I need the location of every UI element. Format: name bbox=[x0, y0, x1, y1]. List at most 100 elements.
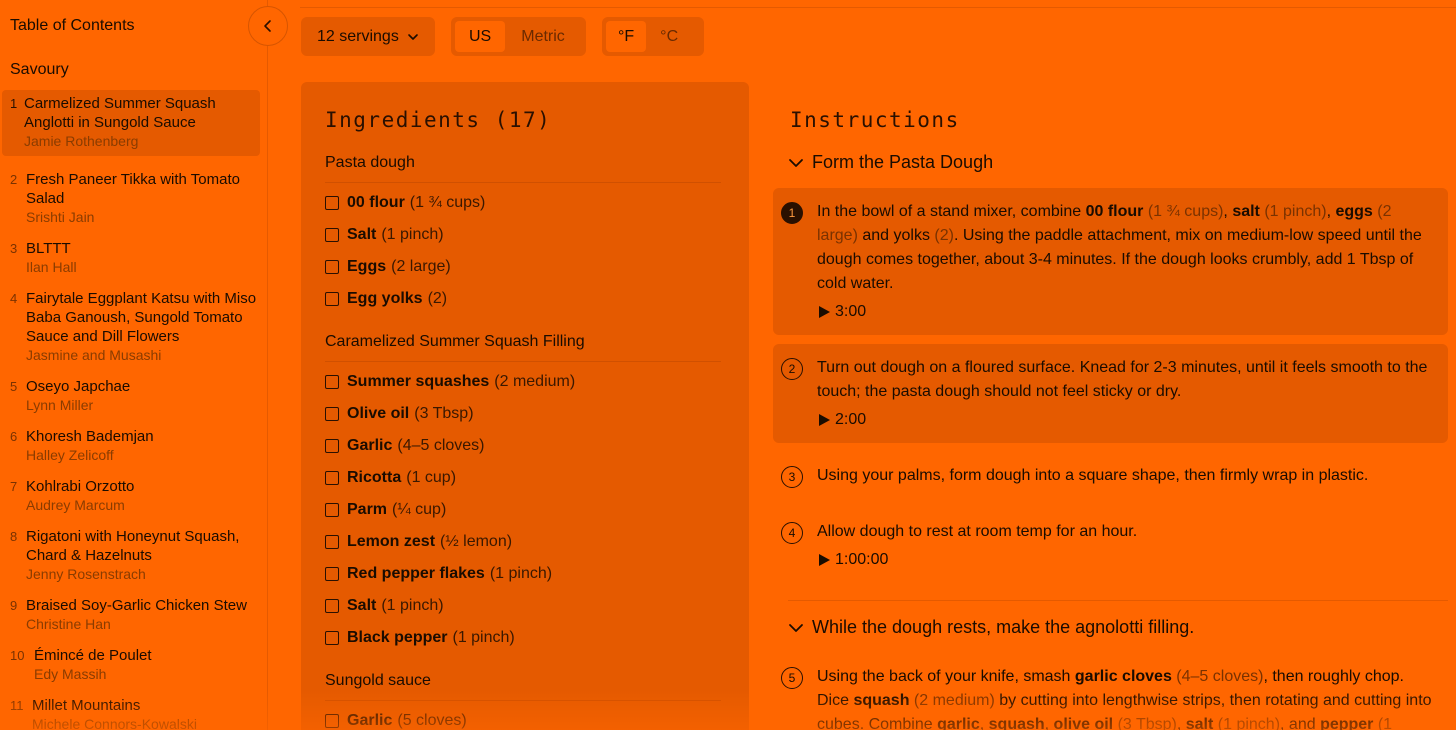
toc-item-number: 6 bbox=[10, 429, 18, 444]
chevron-down-icon bbox=[789, 158, 803, 167]
ingredient-qty: (¼ cup) bbox=[392, 501, 447, 518]
ingredient-checkbox[interactable] bbox=[325, 631, 339, 645]
ingredients-title: Ingredients (17) bbox=[325, 108, 552, 132]
toc-item-author: Christine Han bbox=[26, 616, 111, 632]
toc-item-title: Carmelized Summer Squash Anglotti in Sun… bbox=[24, 95, 216, 131]
step-timer-button[interactable]: 3:00 bbox=[817, 300, 1434, 324]
toc-section-savoury: Savoury bbox=[10, 61, 69, 78]
toc-title: Table of Contents bbox=[10, 17, 135, 34]
ingredient-row[interactable]: Black pepper (1 pinch) bbox=[325, 622, 721, 654]
toc-item[interactable]: 3 BLTTT Ilan Hall bbox=[0, 235, 267, 282]
units-metric-option[interactable]: Metric bbox=[507, 21, 579, 52]
toc-item[interactable]: 1 Carmelized Summer Squash Anglotti in S… bbox=[2, 90, 260, 156]
chevron-down-icon bbox=[789, 623, 803, 632]
ingredient-checkbox[interactable] bbox=[325, 260, 339, 274]
toc-item-title: Kohlrabi Orzotto bbox=[26, 478, 135, 495]
ingredient-qty: (3 Tbsp) bbox=[414, 405, 474, 422]
play-icon bbox=[819, 306, 830, 318]
toc-item-title: Millet Mountains bbox=[32, 697, 141, 714]
ingredient-checkbox[interactable] bbox=[325, 714, 339, 728]
step-number: 5 bbox=[781, 667, 803, 689]
ingredient-checkbox[interactable] bbox=[325, 196, 339, 210]
toc-item[interactable]: 7 Kohlrabi Orzotto Audrey Marcum bbox=[0, 473, 267, 520]
ingredient-group-title: Sungold sauce bbox=[325, 672, 721, 701]
ingredient-checkbox[interactable] bbox=[325, 439, 339, 453]
toc-item[interactable]: 5 Oseyo Japchae Lynn Miller bbox=[0, 373, 267, 420]
toc-item-title: Oseyo Japchae bbox=[26, 378, 131, 395]
ingredient-checkbox[interactable] bbox=[325, 292, 339, 306]
toc-item[interactable]: 11 Millet Mountains Michele Connors-Kowa… bbox=[0, 692, 267, 730]
sidebar: Table of Contents Savoury 1 Carmelized S… bbox=[0, 0, 268, 730]
ingredients-panel: Ingredients (17) Pasta dough 00 flour (1 … bbox=[301, 82, 749, 730]
ingredient-row[interactable]: Parm (¼ cup) bbox=[325, 494, 721, 526]
instruction-step: 1 In the bowl of a stand mixer, combine … bbox=[773, 188, 1448, 335]
step-timer-button[interactable]: 2:00 bbox=[817, 408, 1434, 432]
toc-item-title: Fresh Paneer Tikka with Tomato Salad bbox=[26, 171, 240, 207]
ingredient-checkbox[interactable] bbox=[325, 407, 339, 421]
play-icon bbox=[819, 554, 830, 566]
ingredient-group-title: Caramelized Summer Squash Filling bbox=[325, 333, 721, 362]
ingredient-checkbox[interactable] bbox=[325, 599, 339, 613]
units-us-option[interactable]: US bbox=[455, 21, 506, 52]
ingredient-name: Garlic bbox=[347, 712, 393, 729]
units-toggle: US Metric bbox=[451, 17, 586, 56]
toc-item-author: Lynn Miller bbox=[26, 397, 94, 413]
toc-item[interactable]: 2 Fresh Paneer Tikka with Tomato Salad S… bbox=[0, 166, 267, 232]
ingredient-qty: (2 large) bbox=[391, 258, 451, 275]
toc-item-author: Edy Massih bbox=[34, 666, 107, 682]
ingredient-qty: (1 pinch) bbox=[452, 629, 515, 646]
ingredient-name: Red pepper flakes bbox=[347, 565, 485, 582]
toc-item-title: Khoresh Bademjan bbox=[26, 428, 154, 445]
instruction-step: 5 Using the back of your knife, smash ga… bbox=[773, 653, 1448, 730]
ingredient-row[interactable]: Salt (1 pinch) bbox=[325, 590, 721, 622]
step-number: 3 bbox=[781, 466, 803, 488]
ingredient-name: Salt bbox=[347, 597, 377, 614]
ingredient-row[interactable]: Lemon zest (½ lemon) bbox=[325, 526, 721, 558]
temp-celsius-option[interactable]: °C bbox=[648, 21, 690, 52]
toc-item[interactable]: 9 Braised Soy-Garlic Chicken Stew Christ… bbox=[0, 592, 267, 639]
instruction-section-toggle[interactable]: While the dough rests, make the agnolott… bbox=[788, 617, 1194, 638]
step-timer-button[interactable]: 1:00:00 bbox=[817, 548, 1434, 572]
instruction-section-toggle[interactable]: Form the Pasta Dough bbox=[788, 152, 993, 173]
ingredient-checkbox[interactable] bbox=[325, 228, 339, 242]
collapse-sidebar-button[interactable] bbox=[248, 6, 288, 46]
ingredient-row[interactable]: Garlic (4–5 cloves) bbox=[325, 430, 721, 462]
toc-item-author: Jenny Rosenstrach bbox=[26, 566, 146, 582]
ingredient-checkbox[interactable] bbox=[325, 471, 339, 485]
ingredient-checkbox[interactable] bbox=[325, 375, 339, 389]
toc-item[interactable]: 4 Fairytale Eggplant Katsu with Miso Bab… bbox=[0, 285, 267, 370]
ingredient-row[interactable]: 00 flour (1 ¾ cups) bbox=[325, 187, 721, 219]
ingredient-row[interactable]: Olive oil (3 Tbsp) bbox=[325, 398, 721, 430]
toc-item-author: Audrey Marcum bbox=[26, 497, 125, 513]
ingredient-name: Parm bbox=[347, 501, 388, 518]
ingredient-row[interactable]: Eggs (2 large) bbox=[325, 251, 721, 283]
chevron-left-icon bbox=[264, 20, 271, 32]
ingredient-qty: (1 cup) bbox=[406, 469, 457, 486]
toc-item-author: Srishti Jain bbox=[26, 209, 95, 225]
toc-item[interactable]: 6 Khoresh Bademjan Halley Zelicoff bbox=[0, 423, 267, 470]
ingredient-name: Eggs bbox=[347, 258, 387, 275]
ingredient-row[interactable]: Garlic (5 cloves) bbox=[325, 705, 721, 730]
step-text: Allow dough to rest at room temp for an … bbox=[817, 523, 1138, 540]
toc-item-title: Émincé de Poulet bbox=[34, 647, 152, 664]
toc-item[interactable]: 10 Émincé de Poulet Edy Massih bbox=[0, 642, 267, 689]
ingredient-checkbox[interactable] bbox=[325, 567, 339, 581]
ingredient-name: Egg yolks bbox=[347, 290, 423, 307]
step-number: 2 bbox=[781, 358, 803, 380]
ingredient-checkbox[interactable] bbox=[325, 503, 339, 517]
ingredient-qty: (1 ¾ cups) bbox=[409, 194, 486, 211]
ingredient-row[interactable]: Red pepper flakes (1 pinch) bbox=[325, 558, 721, 590]
servings-dropdown[interactable]: 12 servings bbox=[301, 17, 435, 56]
ingredient-checkbox[interactable] bbox=[325, 535, 339, 549]
chevron-down-icon bbox=[408, 33, 418, 40]
toc-item[interactable]: 8 Rigatoni with Honeynut Squash, Chard &… bbox=[0, 523, 267, 589]
temp-fahrenheit-option[interactable]: °F bbox=[606, 21, 647, 52]
ingredient-row[interactable]: Ricotta (1 cup) bbox=[325, 462, 721, 494]
toc-item-title: Fairytale Eggplant Katsu with Miso Baba … bbox=[26, 290, 257, 345]
ingredient-row[interactable]: Egg yolks (2) bbox=[325, 283, 721, 315]
ingredient-row[interactable]: Summer squashes (2 medium) bbox=[325, 366, 721, 398]
instruction-step: 2 Turn out dough on a floured surface. K… bbox=[773, 344, 1448, 443]
toc-item-title: Braised Soy-Garlic Chicken Stew bbox=[26, 597, 247, 614]
step-text: In the bowl of a stand mixer, combine 00… bbox=[817, 203, 1422, 292]
ingredient-row[interactable]: Salt (1 pinch) bbox=[325, 219, 721, 251]
